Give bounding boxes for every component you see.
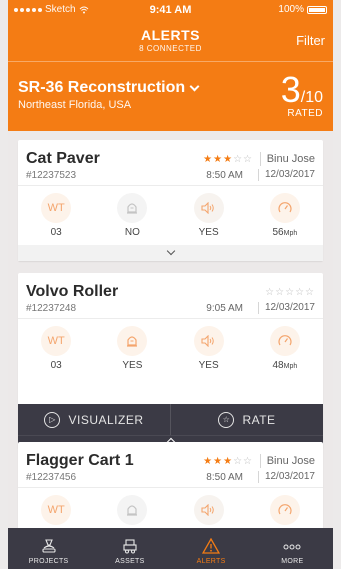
metric-value: 56Mph [247,227,323,238]
card-divider [18,185,323,186]
rated-count: 3 [280,69,301,110]
visualizer-label: VISUALIZER [68,412,144,427]
alert-time: 9:05 AM [206,303,243,314]
speedometer-icon [269,193,300,223]
tab-label: PROJECTS [28,558,69,565]
rating-stars: ★★★☆☆ [203,154,253,165]
metric-value: YES [122,360,143,371]
beacon-icon [117,326,148,356]
speedometer-icon [269,495,300,525]
metric-sound: YES [171,323,247,373]
page-title: ALERTS [141,27,200,43]
tab-label: ASSETS [115,558,145,565]
visualizer-button[interactable]: ▷ VISUALIZER [18,404,171,435]
expand-button[interactable] [18,245,323,261]
metric-beacon: NO [94,190,170,240]
metrics-row: WT 03 YES YES 48Mph [18,323,323,373]
star-icon: ☆ [218,411,235,428]
rated-total: /10 [300,89,323,106]
project-location: Northeast Florida, USA [18,99,132,111]
rate-label: RATE [242,412,276,427]
chevron-down-icon [166,246,175,256]
play-icon: ▷ [44,411,61,428]
project-name: SR-36 Reconstruction [18,79,186,96]
tab-label: MORE [281,558,304,565]
tab-assets[interactable]: ASSETS [89,528,170,569]
card-actions: ▷ VISUALIZER ☆ RATE [18,404,323,435]
wt-icon: WT [41,193,72,223]
metric-value: 03 [50,360,62,371]
status-bar: Sketch 9:41 AM 100% [8,0,333,20]
tab-label: ALERTS [196,558,226,565]
wt-icon: WT [41,326,72,356]
alert-date: 12/03/2017 [257,302,315,314]
speaker-icon [193,326,224,356]
speaker-icon [193,193,224,223]
header: Sketch 9:41 AM 100% ALERTS 8 CONNECTED F… [8,0,333,131]
asset-owner: Binu Jose [259,454,315,468]
assets-icon [123,539,137,554]
tab-alerts[interactable]: ALERTS [171,528,252,569]
beacon-icon [117,495,148,525]
asset-name: Volvo Roller [26,283,119,300]
header-divider [8,61,333,62]
battery-icon [307,5,327,14]
metric-value: 03 [50,227,62,238]
metric-speed: 56Mph [247,190,323,240]
asset-id: #12237456 [26,472,77,483]
wt-icon: WT [41,495,72,525]
card-divider [18,318,323,319]
chevron-down-icon [189,81,200,91]
more-dots-icon [283,544,301,550]
rating-stars: ★★★☆☆ [203,456,253,467]
app-screen: Sketch 9:41 AM 100% ALERTS 8 CONNECTED F… [8,0,333,569]
card-divider [18,487,323,488]
metric-value: NO [124,227,140,238]
metric-sound: YES [171,190,247,240]
project-selector[interactable]: SR-36 Reconstruction [18,79,200,97]
speed-value: 56 [272,227,284,238]
metric-value: YES [198,227,219,238]
alert-date: 12/03/2017 [257,169,315,181]
asset-id: #12237248 [26,303,77,314]
beacon-icon [117,193,148,223]
speed-unit: Mph [283,230,298,237]
asset-card[interactable]: Cat Paver #12237523 ★★★☆☆ Binu Jose 8:50… [18,140,323,261]
alert-time: 8:50 AM [206,472,243,483]
metric-wt: WT 03 [18,190,94,240]
rating-stars: ☆☆☆☆☆ [265,287,315,298]
asset-owner: Binu Jose [259,152,315,166]
projects-icon [42,539,56,553]
asset-card[interactable]: Volvo Roller #12237248 ☆☆☆☆☆ 9:05 AM 12/… [18,273,323,449]
asset-card[interactable]: Flagger Cart 1 #12237456 ★★★☆☆ Binu Jose… [18,442,323,537]
speed-value: 48 [272,360,284,371]
tab-bar: PROJECTS ASSETS ALERTS MORE [8,528,333,569]
metric-value: 48Mph [247,360,323,371]
speedometer-icon [269,326,300,356]
metric-speed: 48Mph [247,323,323,373]
speed-unit: Mph [283,363,298,370]
connected-count: 8 CONNECTED [139,44,202,53]
battery-status: 100% [278,4,327,15]
rated-label: RATED [287,108,323,119]
rate-button[interactable]: ☆ RATE [171,404,323,435]
alert-triangle-icon [202,538,221,554]
metric-wt: WT 03 [18,323,94,373]
asset-name: Flagger Cart 1 [26,452,134,469]
rated-counter: 3/10 [281,72,323,108]
metrics-row: WT 03 NO YES 56Mph [18,190,323,240]
alert-date: 12/03/2017 [257,471,315,483]
alert-time: 8:50 AM [206,170,243,181]
tab-more[interactable]: MORE [252,528,333,569]
speaker-icon [193,495,224,525]
battery-percent: 100% [278,4,304,15]
tab-projects[interactable]: PROJECTS [8,528,89,569]
asset-id: #12237523 [26,170,77,181]
filter-button[interactable]: Filter [296,33,325,48]
metric-beacon: YES [94,323,170,373]
metric-value: YES [198,360,219,371]
asset-name: Cat Paver [26,150,100,167]
